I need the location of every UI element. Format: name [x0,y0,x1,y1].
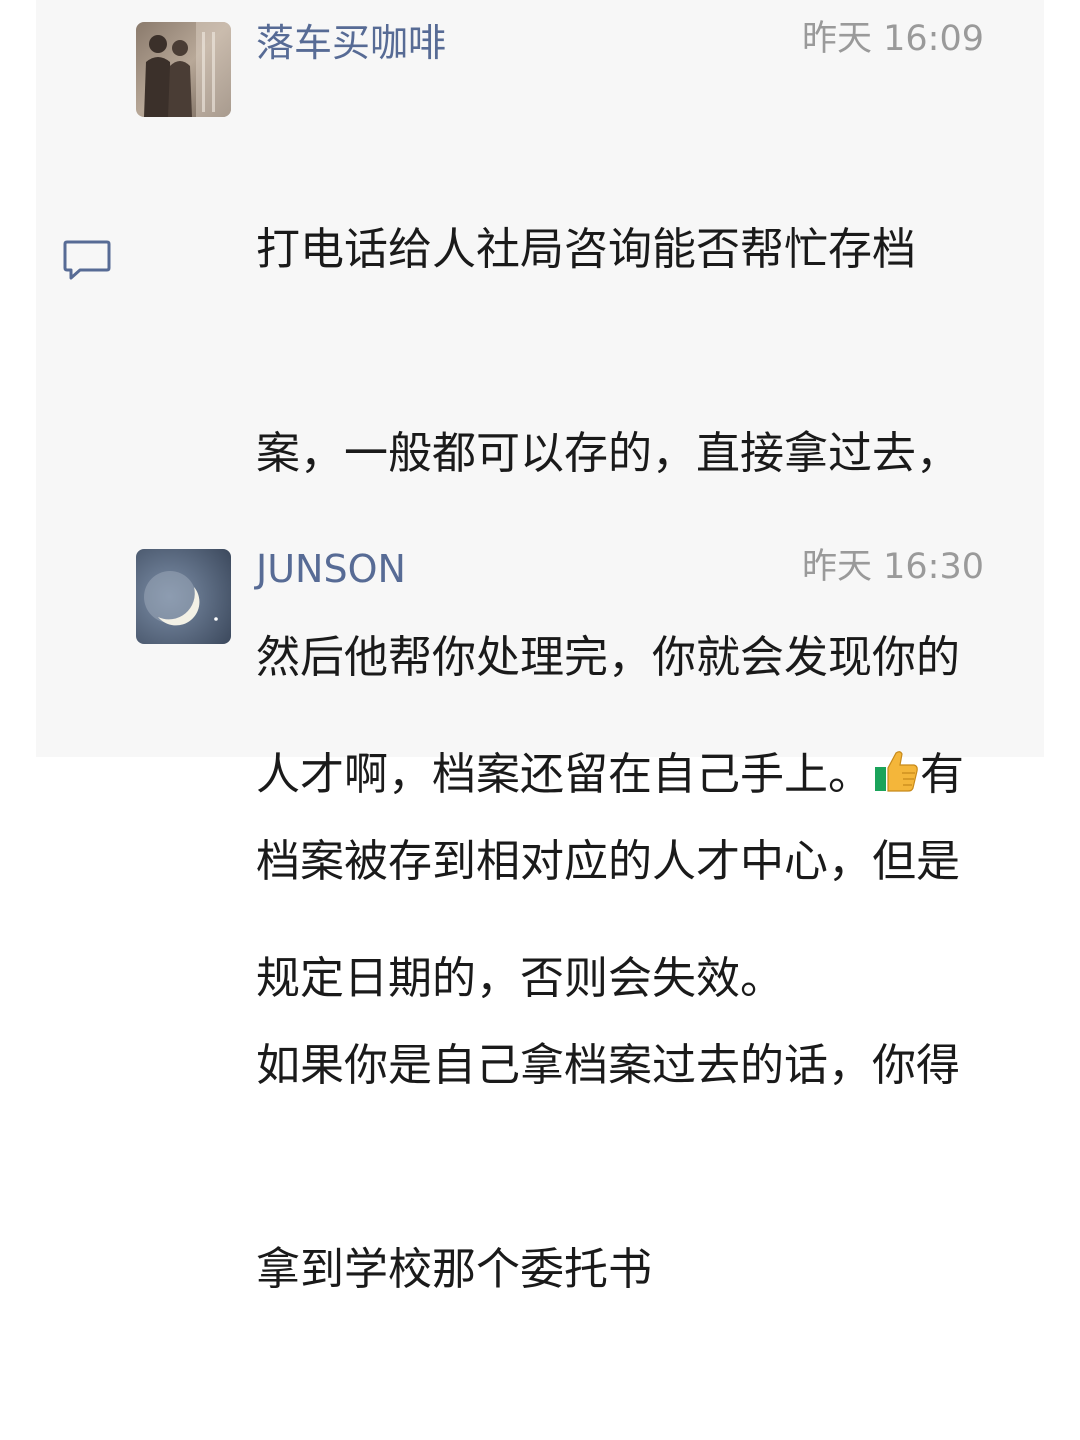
comment-line: 拿到学校那个委托书 [256,1244,652,1295]
timestamp: 昨天 16:09 [802,19,984,59]
timestamp: 昨天 16:30 [802,547,984,587]
avatar[interactable] [136,549,231,644]
comment-line-text: 有 [920,749,964,800]
comment-icon[interactable] [62,238,112,282]
comment-line: 打电话给人社局咨询能否帮忙存档 [256,224,916,275]
comment-text: 人才啊，档案还留在自己手上。 有 规定日期的，否则会失效。 [256,605,996,1149]
comment-line: 案，一般都可以存的，直接拿过去， [256,428,960,479]
thumbs-up-icon [872,747,920,795]
username[interactable]: JUNSON [256,546,406,592]
comment-line: 人才啊，档案还留在自己手上。 有 [256,741,996,809]
comments-panel: 落车买咖啡 昨天 16:09 打电话给人社局咨询能否帮忙存档 案，一般都可以存的… [36,0,1044,1295]
comment-line-text: 人才啊，档案还留在自己手上。 [256,749,872,800]
comment-line: 规定日期的，否则会失效。 [256,953,784,1004]
username[interactable]: 落车买咖啡 [256,20,446,66]
avatar[interactable] [136,22,231,117]
